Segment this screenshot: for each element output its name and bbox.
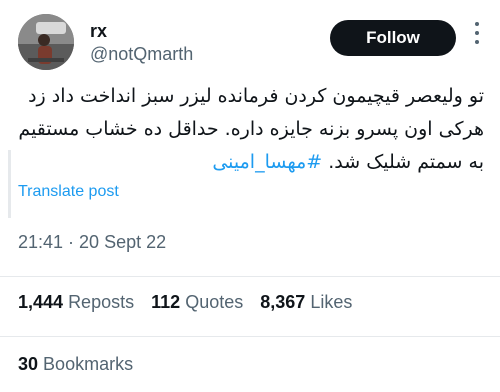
dot — [475, 40, 479, 44]
reposts-count: 1,444 — [18, 292, 64, 312]
dot — [475, 31, 479, 35]
engagement-stats: 1,444 Reposts 112 Quotes 8,367 Likes — [18, 292, 364, 313]
tweet-header: rx @notQmarth Follow — [18, 14, 482, 74]
reposts-stat[interactable]: 1,444 Reposts — [18, 292, 134, 312]
bookmarks-count: 30 — [18, 354, 39, 374]
left-edge-rule — [8, 150, 11, 218]
likes-count: 8,367 — [260, 292, 306, 312]
author-names: rx @notQmarth — [90, 20, 193, 66]
quotes-stat[interactable]: 112 Quotes — [151, 292, 243, 312]
avatar-photo-icon — [18, 14, 74, 70]
tweet-text: تو ولیعصر قیچیمون کردن فرمانده لیزر سبز … — [18, 80, 484, 179]
quotes-label: Quotes — [185, 292, 244, 312]
display-name[interactable]: rx — [90, 20, 193, 42]
quotes-count: 112 — [151, 292, 181, 312]
likes-stat[interactable]: 8,367 Likes — [260, 292, 352, 312]
more-vertical-icon[interactable] — [472, 22, 482, 44]
follow-button[interactable]: Follow — [330, 20, 456, 56]
avatar[interactable] — [18, 14, 74, 70]
dot — [475, 22, 479, 26]
translate-post-link[interactable]: Translate post — [18, 183, 119, 201]
bookmarks-stat[interactable]: 30 Bookmarks — [18, 354, 133, 375]
likes-label: Likes — [310, 292, 353, 312]
user-handle[interactable]: @notQmarth — [90, 42, 193, 66]
divider — [0, 336, 500, 337]
bookmarks-label: Bookmarks — [43, 354, 134, 374]
reposts-label: Reposts — [68, 292, 135, 312]
divider — [0, 276, 500, 277]
timestamp[interactable]: 21:41 · 20 Sept 22 — [18, 232, 166, 253]
hashtag-link[interactable]: #مهسا_امینی — [212, 151, 322, 173]
